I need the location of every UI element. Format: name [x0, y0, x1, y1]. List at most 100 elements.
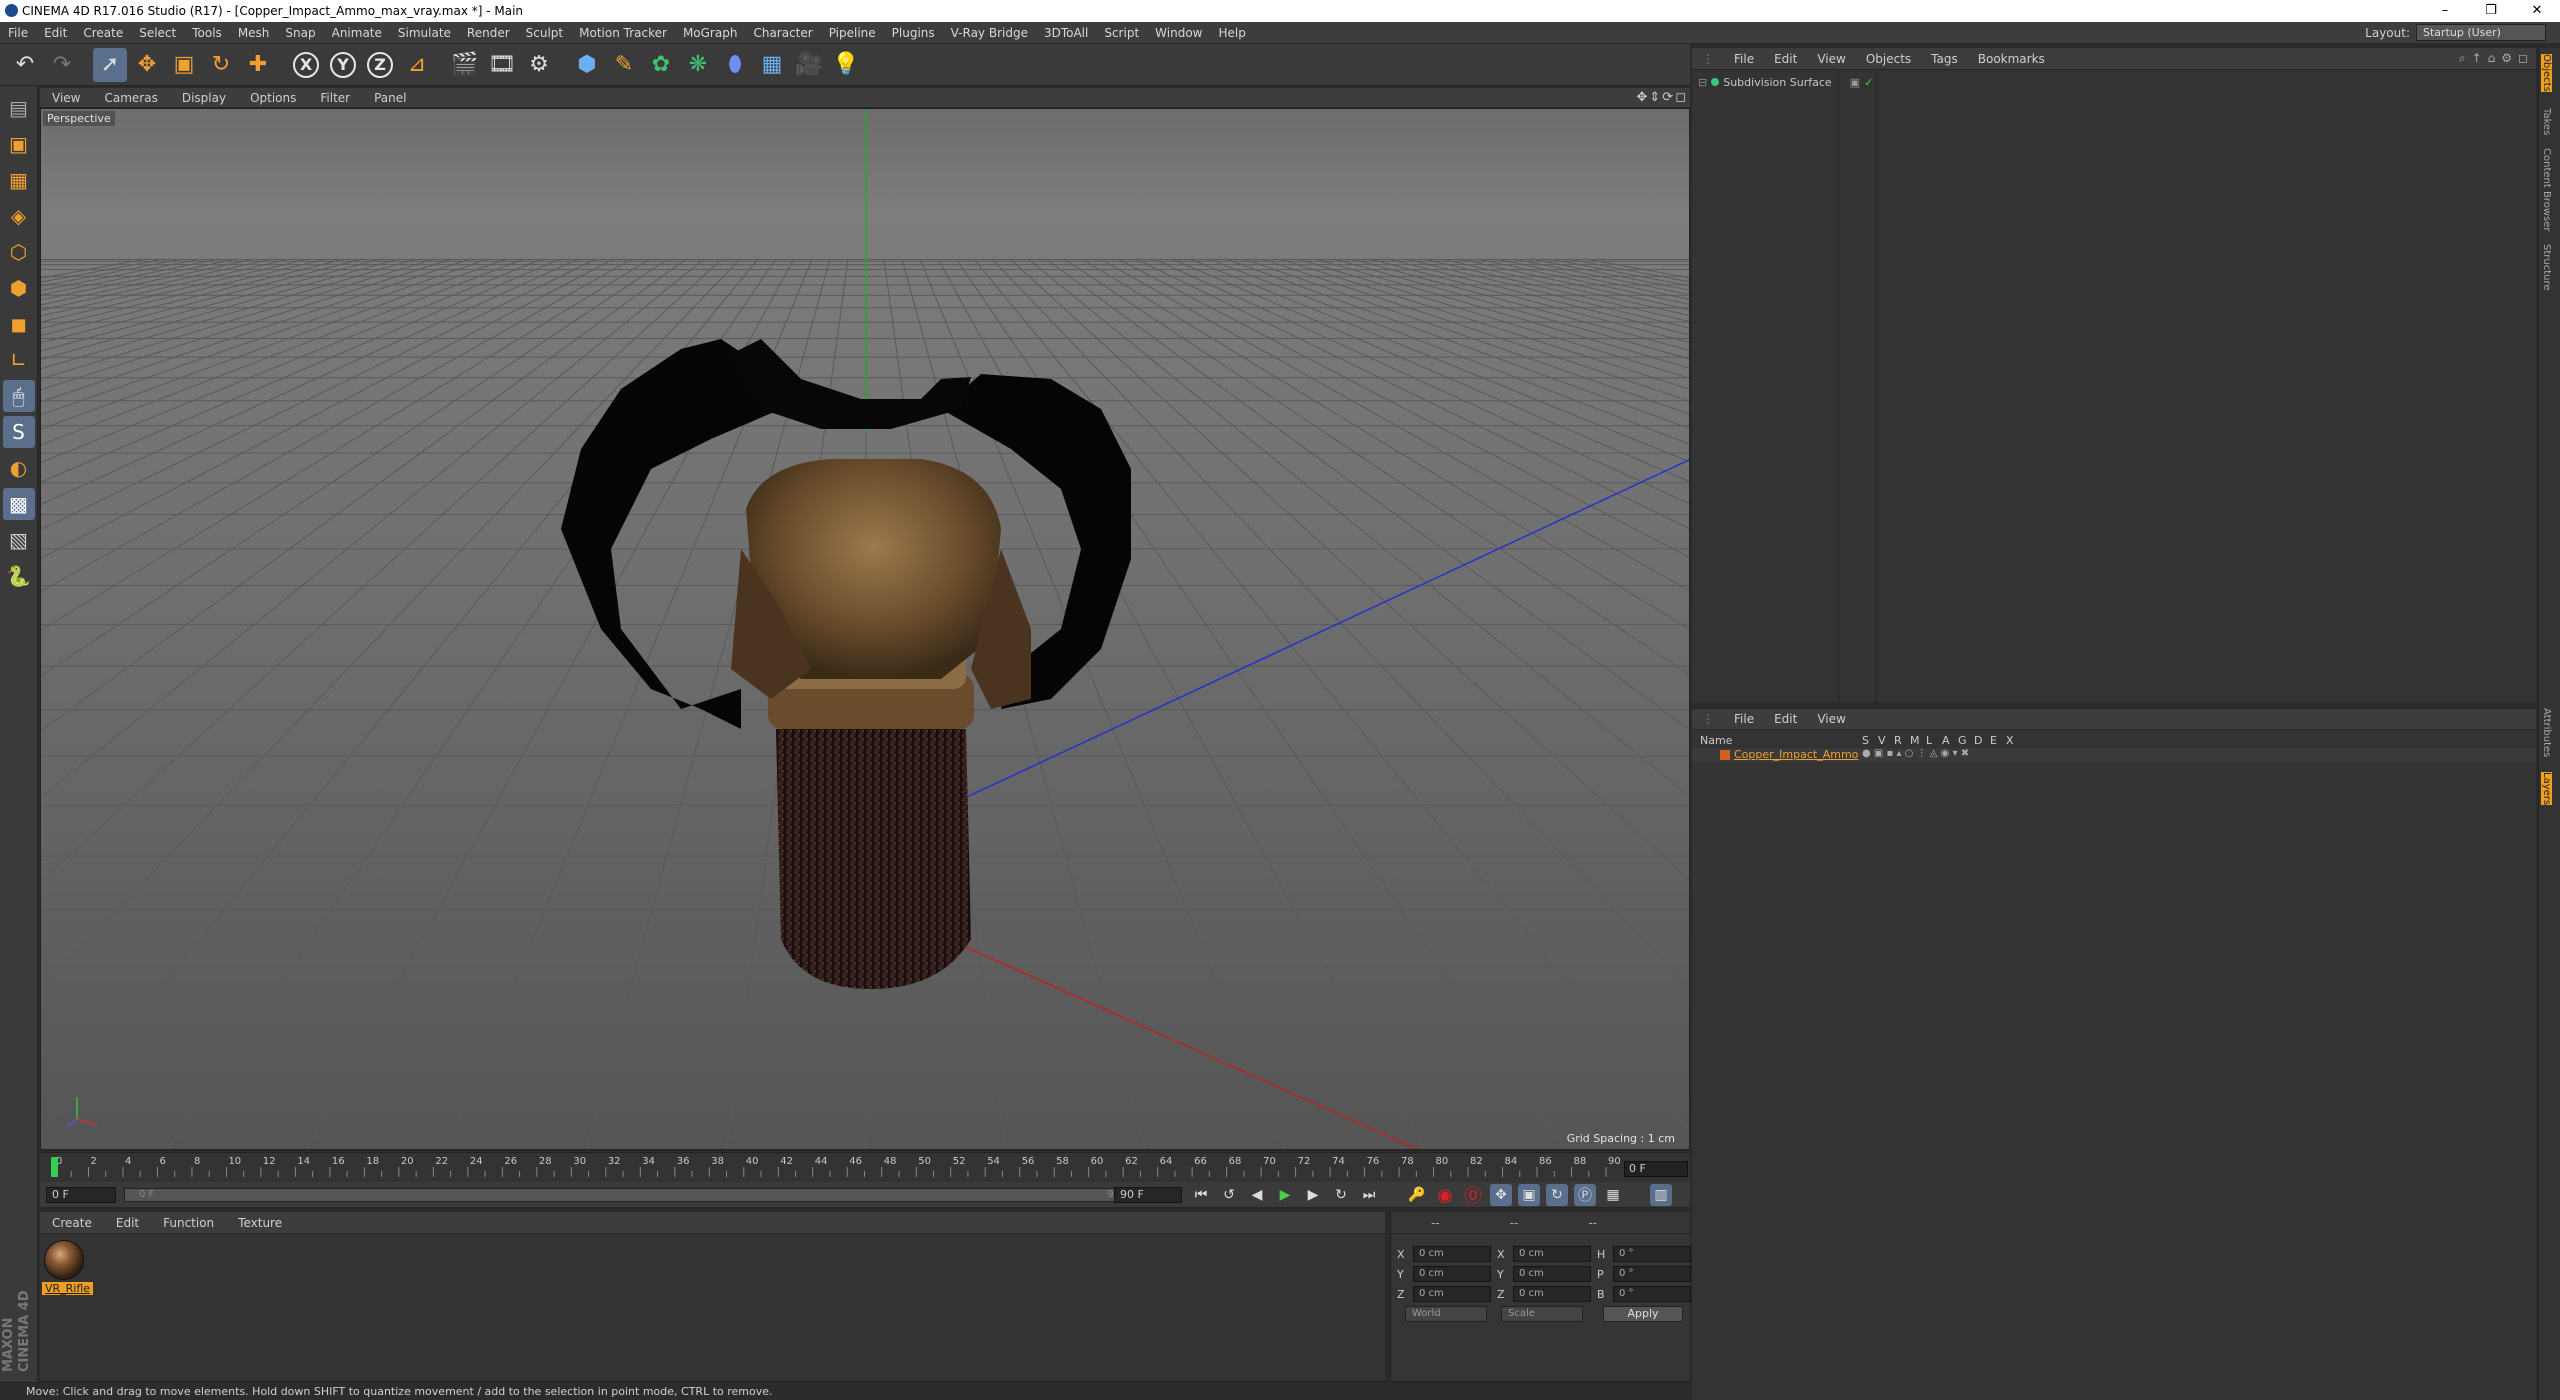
material-menu-texture[interactable]: Texture	[226, 1216, 294, 1230]
floor-icon[interactable]: ▦	[755, 48, 789, 82]
search-icon[interactable]: ⌕	[2459, 51, 2466, 66]
previous-frame-icon[interactable]: ◀	[1246, 1184, 1268, 1206]
visibility-toggle-icon[interactable]: ▣	[1850, 76, 1860, 89]
cloner-icon[interactable]: ❋	[681, 48, 715, 82]
viewport-menu-display[interactable]: Display	[170, 91, 238, 105]
pen-icon[interactable]: ✎	[607, 48, 641, 82]
current-frame-field[interactable]: 0 F	[1624, 1161, 1688, 1177]
menu-mesh[interactable]: Mesh	[230, 26, 278, 40]
layer-menu-view[interactable]: View	[1807, 712, 1855, 726]
menu-edit[interactable]: Edit	[36, 26, 75, 40]
rot-p-input[interactable]: 0 °	[1613, 1266, 1691, 1282]
maximize-view-icon[interactable]: ◻	[1675, 90, 1686, 105]
menu-create[interactable]: Create	[75, 26, 131, 40]
layer-menu-edit[interactable]: Edit	[1764, 712, 1807, 726]
menu-script[interactable]: Script	[1096, 26, 1147, 40]
points-mode-icon[interactable]: ⬡	[3, 236, 35, 268]
orbit-icon[interactable]: ⟳	[1662, 90, 1673, 105]
viewport-menu-options[interactable]: Options	[238, 91, 308, 105]
make-editable-icon[interactable]: ▤	[3, 92, 35, 124]
rotate-icon[interactable]: ↻	[204, 48, 238, 82]
cube-icon[interactable]: ⬢	[570, 48, 604, 82]
material-menu-edit[interactable]: Edit	[104, 1216, 151, 1230]
texture-mode-icon[interactable]: ▦	[3, 164, 35, 196]
size-mode-dropdown[interactable]: Scale	[1501, 1306, 1583, 1322]
playhead[interactable]	[51, 1157, 58, 1177]
viewport-menu-panel[interactable]: Panel	[362, 91, 418, 105]
planar-workplane-icon[interactable]: ▧	[3, 524, 35, 556]
menu-motion-tracker[interactable]: Motion Tracker	[571, 26, 675, 40]
end-frame-field[interactable]: 90 F	[1114, 1187, 1182, 1203]
start-frame-field[interactable]: 0 F	[46, 1187, 116, 1203]
menu-tools[interactable]: Tools	[184, 26, 230, 40]
object-menu-edit[interactable]: Edit	[1764, 52, 1807, 66]
viewport-menu-view[interactable]: View	[40, 91, 92, 105]
menu-pipeline[interactable]: Pipeline	[821, 26, 884, 40]
object-menu-objects[interactable]: Objects	[1856, 52, 1921, 66]
size-z-input[interactable]: 0 cm	[1513, 1286, 1591, 1302]
pos-y-input[interactable]: 0 cm	[1413, 1266, 1491, 1282]
render-settings-icon[interactable]: ⚙	[522, 48, 556, 82]
tab-attributes[interactable]: Attributes	[2541, 708, 2552, 757]
minimize-button[interactable]: –	[2422, 0, 2468, 22]
layer-toggle-icons[interactable]: ● ▣ ▪ ▴ ○ ⋮ ◬ ◉ ▾ ✖	[1862, 748, 1969, 759]
live-selection-icon[interactable]: ➚	[93, 47, 127, 82]
enabled-check-icon[interactable]: ✓	[1864, 76, 1873, 89]
menu-simulate[interactable]: Simulate	[390, 26, 459, 40]
redo-icon[interactable]: ↷	[45, 48, 79, 82]
pos-x-input[interactable]: 0 cm	[1413, 1246, 1491, 1262]
timeline-window-icon[interactable]: ▥	[1650, 1184, 1672, 1206]
render-view-icon[interactable]: 🎬	[448, 48, 482, 82]
menu-animate[interactable]: Animate	[324, 26, 390, 40]
undo-icon[interactable]: ↶	[8, 48, 42, 82]
polygons-mode-icon[interactable]: ◼	[3, 308, 35, 340]
pos-z-input[interactable]: 0 cm	[1413, 1286, 1491, 1302]
y-axis-icon[interactable]: Y	[326, 48, 360, 82]
object-menu-bookmarks[interactable]: Bookmarks	[1968, 52, 2055, 66]
light-icon[interactable]: 💡	[829, 48, 863, 82]
layer-row[interactable]: Copper_Impact_Ammo ● ▣ ▪ ▴ ○ ⋮ ◬ ◉ ▾ ✖	[1692, 748, 2536, 762]
x-axis-icon[interactable]: X	[289, 48, 323, 82]
key-selection-icon[interactable]: 🔑	[1406, 1184, 1428, 1206]
object-menu-tags[interactable]: Tags	[1921, 52, 1968, 66]
tab-objects[interactable]: Objects	[2541, 54, 2552, 92]
autokey-icon[interactable]: ⓪	[1462, 1184, 1484, 1207]
magnet-icon[interactable]: ◐	[3, 452, 35, 484]
close-button[interactable]: ✕	[2514, 0, 2560, 22]
deformer-icon[interactable]: ⬮	[718, 48, 752, 82]
coordinate-system-icon[interactable]: ⊿	[400, 48, 434, 82]
camera-icon[interactable]: 🎥	[792, 48, 826, 82]
material-name[interactable]: VR_Rifle	[42, 1282, 94, 1295]
rot-h-input[interactable]: 0 °	[1613, 1246, 1691, 1262]
apply-button[interactable]: Apply	[1603, 1306, 1683, 1322]
menu-snap[interactable]: Snap	[277, 26, 323, 40]
menu-file[interactable]: File	[0, 26, 36, 40]
layer-menu-file[interactable]: File	[1724, 712, 1764, 726]
drag-handle-icon[interactable]: ⋮	[1692, 712, 1724, 726]
rot-b-input[interactable]: 0 °	[1613, 1286, 1691, 1302]
tab-layers[interactable]: Layers	[2541, 772, 2552, 806]
menu-vray-bridge[interactable]: V-Ray Bridge	[943, 26, 1036, 40]
layout-dropdown[interactable]: Startup (User)	[2416, 24, 2546, 41]
drag-handle-icon[interactable]: ⋮	[1692, 52, 1724, 66]
home-icon[interactable]: ⌂	[2488, 51, 2496, 66]
material-thumbnail[interactable]	[44, 1240, 84, 1280]
z-axis-icon[interactable]: Z	[363, 48, 397, 82]
loop-back-icon[interactable]: ↺	[1218, 1184, 1240, 1206]
object-name[interactable]: Subdivision Surface	[1723, 76, 1831, 89]
menu-window[interactable]: Window	[1147, 26, 1210, 40]
menu-3dtoall[interactable]: 3DToAll	[1036, 26, 1096, 40]
viewport-menu-filter[interactable]: Filter	[308, 91, 362, 105]
menu-character[interactable]: Character	[745, 26, 820, 40]
up-level-icon[interactable]: ↑	[2472, 51, 2482, 66]
python-icon[interactable]: 🐍	[3, 560, 35, 592]
size-x-input[interactable]: 0 cm	[1513, 1246, 1591, 1262]
go-to-start-icon[interactable]: ⏮	[1190, 1184, 1212, 1206]
menu-plugins[interactable]: Plugins	[884, 26, 943, 40]
viewport-menu-cameras[interactable]: Cameras	[92, 91, 169, 105]
pan-icon[interactable]: ✥	[1636, 90, 1647, 105]
axis-mode-icon[interactable]: ∟	[3, 344, 35, 376]
play-icon[interactable]: ▶	[1274, 1184, 1296, 1206]
keyframe-rotate-icon[interactable]: ↻	[1546, 1184, 1568, 1206]
locked-workplane-icon[interactable]: ▩	[2, 488, 35, 520]
